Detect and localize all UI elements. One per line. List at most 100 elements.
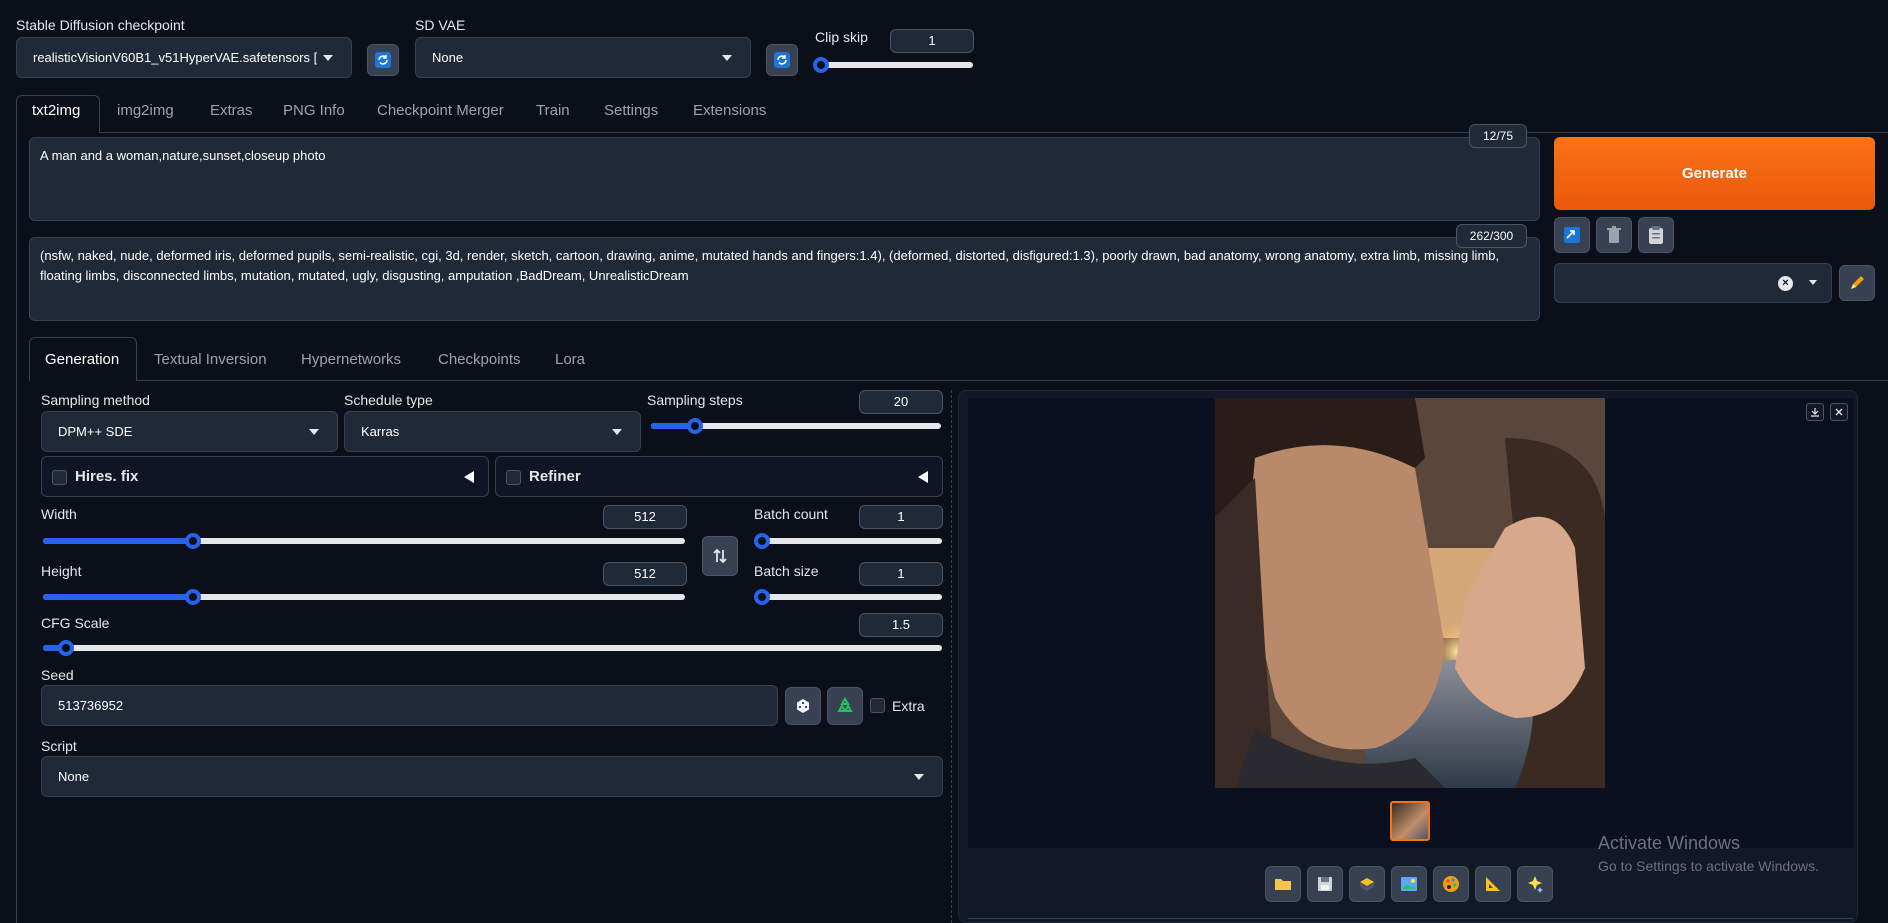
refiner-label: Refiner — [529, 468, 581, 485]
refiner-accordion[interactable]: Refiner — [495, 456, 943, 497]
tab-content-border — [16, 132, 17, 923]
dice-icon — [797, 699, 809, 713]
close-preview-button[interactable] — [1830, 403, 1848, 421]
refresh-icon — [774, 52, 790, 68]
sampling-steps-label: Sampling steps — [647, 392, 743, 408]
cfg-scale-slider[interactable] — [43, 640, 942, 656]
gallery-thumbnail[interactable] — [1390, 801, 1430, 841]
generated-image[interactable] — [1215, 398, 1605, 788]
batch-size-label: Batch size — [754, 563, 819, 579]
styles-dropdown[interactable]: × — [1554, 263, 1832, 303]
random-seed-button[interactable] — [785, 687, 821, 725]
script-dropdown[interactable]: None — [41, 756, 943, 797]
subtab-hypernetworks[interactable]: Hypernetworks — [301, 351, 401, 368]
checkpoint-value: realisticVisionV60B1_v51HyperVAE.safeten… — [33, 50, 318, 65]
close-icon — [1835, 408, 1843, 416]
clipskip-slider[interactable] — [813, 57, 973, 73]
clipskip-input[interactable]: 1 — [890, 29, 974, 53]
chevron-down-icon — [323, 54, 333, 61]
height-thumb[interactable] — [185, 589, 202, 605]
tab-extras[interactable]: Extras — [210, 102, 253, 119]
refresh-checkpoint-button[interactable] — [367, 44, 399, 76]
vae-value: None — [432, 50, 464, 65]
width-thumb[interactable] — [185, 533, 202, 549]
tab-extensions[interactable]: Extensions — [693, 102, 766, 119]
trash-icon — [1607, 226, 1621, 243]
sampling-method-dropdown[interactable]: DPM++ SDE — [41, 411, 338, 452]
refresh-icon — [375, 52, 391, 68]
subtabs-divider — [137, 380, 1888, 381]
upscale-button[interactable] — [1517, 866, 1553, 902]
width-label: Width — [41, 506, 77, 522]
vae-dropdown[interactable]: None — [415, 37, 751, 78]
script-label: Script — [41, 738, 77, 754]
height-label: Height — [41, 563, 82, 579]
save-button[interactable] — [1307, 866, 1343, 902]
schedule-type-dropdown[interactable]: Karras — [344, 411, 641, 452]
negative-token-counter: 262/300 — [1456, 224, 1527, 248]
height-slider[interactable] — [43, 589, 685, 605]
tab-checkpoint-merger[interactable]: Checkpoint Merger — [377, 102, 504, 119]
sampling-method-value: DPM++ SDE — [58, 424, 133, 439]
width-input[interactable]: 512 — [603, 505, 687, 529]
clipskip-slider-thumb[interactable] — [813, 57, 829, 73]
sampling-steps-input[interactable]: 20 — [859, 390, 943, 414]
cfg-scale-thumb[interactable] — [58, 640, 75, 656]
zip-button[interactable] — [1349, 866, 1385, 902]
tab-img2img[interactable]: img2img — [117, 102, 174, 119]
batch-size-input[interactable]: 1 — [859, 562, 943, 586]
negative-prompt-input[interactable]: (nsfw, naked, nude, deformed iris, defor… — [29, 237, 1540, 321]
edit-styles-button[interactable] — [1839, 265, 1875, 301]
send-to-img2img-button[interactable] — [1391, 866, 1427, 902]
send-to-extras-button[interactable] — [1475, 866, 1511, 902]
triangle-ruler-icon — [1486, 877, 1500, 891]
subtab-lora[interactable]: Lora — [555, 351, 585, 368]
refiner-checkbox[interactable] — [506, 470, 521, 485]
batch-count-thumb[interactable] — [754, 533, 770, 549]
clear-styles-icon[interactable]: × — [1778, 276, 1793, 291]
hires-fix-checkbox[interactable] — [52, 470, 67, 485]
archive-icon — [1360, 878, 1374, 891]
paste-style-button[interactable] — [1638, 217, 1674, 253]
refresh-vae-button[interactable] — [766, 44, 798, 76]
tab-settings[interactable]: Settings — [604, 102, 658, 119]
batch-size-thumb[interactable] — [754, 589, 770, 605]
read-params-button[interactable] — [1554, 217, 1590, 253]
cfg-scale-input[interactable]: 1.5 — [859, 613, 943, 637]
batch-count-slider[interactable] — [754, 533, 942, 549]
swap-dimensions-button[interactable] — [702, 536, 738, 576]
hires-fix-accordion[interactable]: Hires. fix — [41, 456, 489, 497]
pencil-icon — [1851, 276, 1864, 289]
generate-button[interactable]: Generate — [1554, 137, 1875, 210]
seed-input[interactable]: 513736952 — [41, 685, 778, 726]
extra-checkbox[interactable] — [870, 698, 885, 713]
reuse-seed-button[interactable] — [827, 687, 863, 725]
recycle-icon — [837, 697, 853, 712]
positive-token-counter: 12/75 — [1469, 124, 1527, 148]
subtab-checkpoints[interactable]: Checkpoints — [438, 351, 521, 368]
open-folder-button[interactable] — [1265, 866, 1301, 902]
download-image-button[interactable] — [1806, 403, 1824, 421]
sampling-steps-slider[interactable] — [651, 418, 941, 434]
subtab-generation[interactable]: Generation — [45, 351, 119, 368]
tab-png-info[interactable]: PNG Info — [283, 102, 345, 119]
send-to-inpaint-button[interactable] — [1433, 866, 1469, 902]
clipskip-label: Clip skip — [815, 29, 868, 45]
batch-count-input[interactable]: 1 — [859, 505, 943, 529]
sampling-steps-thumb[interactable] — [686, 418, 703, 434]
checkpoint-dropdown[interactable]: realisticVisionV60B1_v51HyperVAE.safeten… — [16, 37, 352, 78]
sampling-method-label: Sampling method — [41, 392, 150, 408]
subtab-textual-inversion[interactable]: Textual Inversion — [154, 351, 267, 368]
height-input[interactable]: 512 — [603, 562, 687, 586]
clear-prompt-button[interactable] — [1596, 217, 1632, 253]
tab-txt2img[interactable]: txt2img — [32, 102, 80, 119]
batch-size-slider[interactable] — [754, 589, 942, 605]
width-slider[interactable] — [43, 533, 685, 549]
seed-value: 513736952 — [58, 698, 124, 713]
positive-prompt-text: A man and a woman,nature,sunset,closeup … — [40, 148, 326, 163]
hires-fix-label: Hires. fix — [75, 468, 139, 485]
tab-train[interactable]: Train — [536, 102, 570, 119]
chevron-down-icon — [914, 773, 924, 780]
sparkles-icon — [1528, 876, 1543, 893]
positive-prompt-input[interactable]: A man and a woman,nature,sunset,closeup … — [29, 137, 1540, 221]
